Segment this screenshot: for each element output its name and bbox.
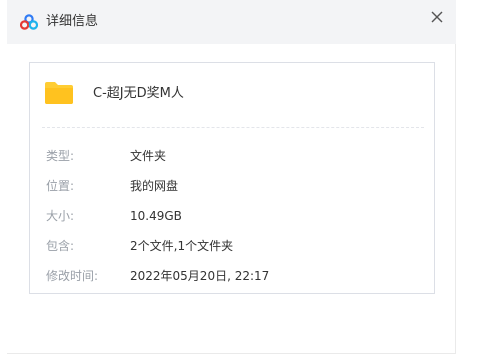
contains-label: 包含: xyxy=(46,239,75,253)
location-value: 我的网盘 xyxy=(130,179,179,193)
dialog-titlebar: 详细信息 xyxy=(7,0,456,44)
file-name: C-超J无D奖M人 xyxy=(93,86,184,101)
close-button[interactable] xyxy=(428,8,446,26)
size-label: 大小: xyxy=(46,209,75,223)
modified-value: 2022年05月20日, 22:17 xyxy=(130,269,270,283)
baidu-netdisk-cloud-icon xyxy=(19,14,39,30)
type-value: 文件夹 xyxy=(130,149,167,163)
modified-label: 修改时间: xyxy=(46,269,99,283)
divider xyxy=(42,127,424,128)
file-details-dialog: 详细信息 C-超J无D奖M人 类型: 文件夹 位置: 我的网盘 大小: 10.4… xyxy=(7,0,456,354)
type-label: 类型: xyxy=(46,149,75,163)
dialog-title: 详细信息 xyxy=(46,14,99,29)
close-icon xyxy=(431,11,443,23)
details-card: C-超J无D奖M人 类型: 文件夹 位置: 我的网盘 大小: 10.49GB 包… xyxy=(29,62,435,294)
location-label: 位置: xyxy=(46,179,75,193)
size-value: 10.49GB xyxy=(130,209,182,223)
contains-value: 2个文件,1个文件夹 xyxy=(130,239,234,253)
folder-icon xyxy=(44,81,74,105)
